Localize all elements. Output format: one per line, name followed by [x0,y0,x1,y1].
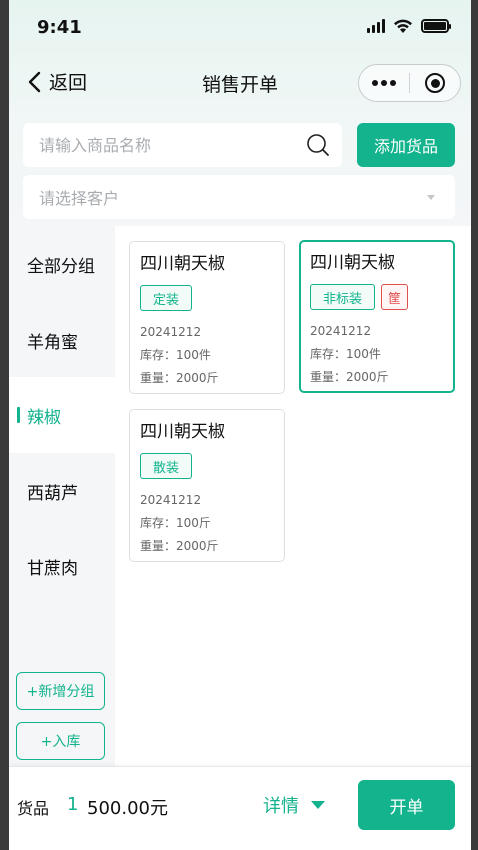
product-batch: 20241212 [310,324,372,338]
detail-label: 详情 [263,796,299,817]
status-icons [367,18,451,34]
signal-icon [367,19,385,33]
more-icon[interactable] [359,80,409,86]
product-stock: 库存：100斤 [140,516,211,530]
container-tag: 筐 [381,284,409,310]
product-name: 四川朝天椒 [140,422,225,442]
category-sidebar: 全部分组 羊角蜜 辣椒 西葫芦 甘蔗肉 +新增分组 +入库 [9,226,115,766]
sidebar-item-zucchini[interactable]: 西葫芦 [9,453,115,529]
sidebar-item-label: 甘蔗肉 [27,558,78,579]
create-order-button[interactable]: 开单 [358,780,455,830]
search-box [23,123,342,167]
customer-placeholder: 请选择客户 [39,189,120,208]
caret-down-icon [311,801,325,809]
sidebar-item-yangjiaomi[interactable]: 羊角蜜 [9,302,115,378]
add-group-button[interactable]: +新增分组 [16,672,105,710]
chevron-down-icon [427,195,435,200]
close-miniprogram-icon[interactable] [410,73,460,93]
pack-type-tag: 定装 [140,285,193,311]
product-stock: 库存：100件 [140,348,211,362]
sidebar-item-label: 全部分组 [27,256,95,277]
miniprogram-capsule [358,64,461,102]
navigation-bar: 返回 销售开单 [9,58,471,106]
search-input[interactable] [39,135,289,155]
order-summary-bar: 货品 1 500.00元 详情 开单 [9,766,471,850]
add-goods-button[interactable]: 添加货品 [357,123,455,167]
status-bar: 9:41 [9,0,471,56]
product-stock: 库存：100件 [310,347,381,361]
product-weight: 重量：2000斤 [140,539,219,553]
product-weight: 重量：2000斤 [310,370,389,384]
goods-count: 1 [67,794,79,815]
product-card[interactable]: 四川朝天椒 定装 20241212 库存：100件 重量：2000斤 [129,241,285,394]
sidebar-item-chili[interactable]: 辣椒 [9,377,115,453]
product-weight: 重量：2000斤 [140,371,219,385]
product-grid: 四川朝天椒 定装 20241212 库存：100件 重量：2000斤 四川朝天椒… [115,226,471,766]
pack-type-tag: 散装 [140,453,193,479]
customer-select[interactable]: 请选择客户 [23,175,455,219]
detail-toggle-button[interactable]: 详情 [263,792,325,818]
stock-in-button[interactable]: +入库 [16,722,105,760]
product-batch: 20241212 [140,325,202,339]
sidebar-item-sugarcane[interactable]: 甘蔗肉 [9,528,115,604]
status-time: 9:41 [37,17,82,38]
product-name: 四川朝天椒 [310,253,395,273]
sidebar-item-label: 羊角蜜 [27,332,78,353]
product-card-selected[interactable]: 四川朝天椒 非标装 筐 20241212 库存：100件 重量：2000斤 [299,240,455,393]
phone-screen: 9:41 返回 销售开单 请输入商品名称 添加货品 请选择客户 全部分组 羊角蜜… [9,0,471,850]
product-card[interactable]: 四川朝天椒 散装 20241212 库存：100斤 重量：2000斤 [129,409,285,562]
pack-type-tag: 非标装 [310,284,376,310]
sidebar-item-all[interactable]: 全部分组 [9,226,115,302]
sidebar-item-label: 西葫芦 [27,483,78,504]
total-amount: 500.00元 [87,798,168,819]
product-name: 四川朝天椒 [140,254,225,274]
wifi-icon [394,19,412,33]
goods-label: 货品 [17,799,50,818]
product-batch: 20241212 [140,493,202,507]
battery-icon [421,19,451,33]
sidebar-item-label: 辣椒 [27,407,61,428]
search-icon[interactable] [306,133,330,157]
